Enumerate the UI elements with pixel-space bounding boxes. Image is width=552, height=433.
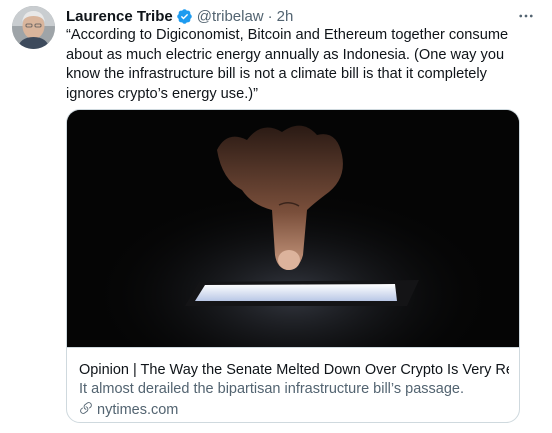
- avatar[interactable]: [12, 6, 55, 49]
- card-body[interactable]: Opinion | The Way the Senate Melted Down…: [67, 347, 519, 422]
- separator-dot: ·: [267, 7, 273, 25]
- card-title[interactable]: Opinion | The Way the Senate Melted Down…: [79, 362, 509, 378]
- card-domain-text[interactable]: nytimes.com: [97, 402, 178, 418]
- timestamp[interactable]: 2h: [277, 8, 294, 25]
- card-description: It almost derailed the bipartisan infras…: [79, 381, 464, 397]
- tweet-header: Laurence Tribe @tribelaw · 2h: [66, 6, 536, 26]
- verified-badge-icon: [176, 8, 193, 25]
- author-handle[interactable]: @tribelaw: [197, 8, 264, 25]
- card-image[interactable]: [67, 110, 519, 347]
- more-dots-icon[interactable]: [516, 6, 536, 26]
- link-icon: [79, 401, 97, 419]
- author-name[interactable]: Laurence Tribe: [66, 8, 173, 25]
- tweet[interactable]: Laurence Tribe @tribelaw · 2h “According…: [0, 0, 552, 433]
- tweet-text: “According to Digiconomist, Bitcoin and …: [66, 27, 509, 102]
- link-card[interactable]: Opinion | The Way the Senate Melted Down…: [66, 109, 520, 423]
- card-domain[interactable]: nytimes.com: [79, 401, 178, 419]
